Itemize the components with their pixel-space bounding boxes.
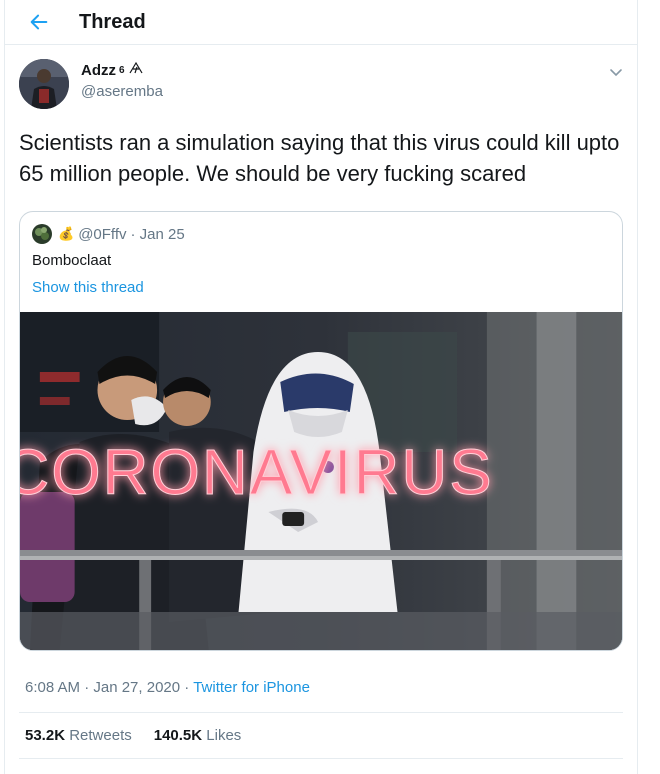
display-name[interactable]: Adzz 6: [81, 61, 163, 79]
tweet-stats: 53.2K Retweets 140.5K Likes: [25, 727, 637, 744]
likes-count: 140.5K: [153, 727, 203, 744]
tweet-meta: 6:08 AM · Jan 27, 2020 · Twitter for iPh…: [25, 679, 637, 696]
quoted-avatar: [32, 224, 52, 244]
quoted-tweet-header: 💰 @0Fffv · Jan 25: [20, 212, 622, 244]
likes-label: Likes: [206, 727, 242, 744]
bird-icon: [128, 61, 144, 79]
show-thread-link[interactable]: Show this thread: [20, 269, 622, 296]
quoted-text: Bomboclaat: [32, 252, 112, 269]
likes-stat[interactable]: 140.5K Likes: [154, 727, 242, 744]
retweets-label: Retweets: [69, 727, 132, 744]
thread-page: Thread Adzz 6 @aseremba Scientists ran a…: [4, 0, 638, 774]
divider: [19, 712, 623, 713]
tweet-text: Scientists ran a simulation saying that …: [19, 130, 620, 186]
retweets-stat[interactable]: 53.2K Retweets: [25, 727, 132, 744]
quoted-tweet[interactable]: 💰 @0Fffv · Jan 25 Bomboclaat Show this t…: [19, 211, 623, 651]
avatar[interactable]: [19, 59, 69, 109]
author-info: Adzz 6 @aseremba: [81, 61, 163, 109]
tweet-author: Adzz 6 @aseremba: [19, 59, 637, 109]
quoted-handle[interactable]: @0Fffv: [78, 226, 126, 243]
back-arrow-icon[interactable]: [25, 8, 53, 36]
thread-header: Thread: [5, 0, 637, 45]
source-app-link[interactable]: Twitter for iPhone: [193, 679, 310, 696]
display-name-text: Adzz: [81, 61, 116, 79]
quoted-date: · Jan 25: [130, 225, 185, 243]
author-handle[interactable]: @aseremba: [81, 83, 163, 100]
page-title: Thread: [79, 10, 146, 33]
retweets-count: 53.2K: [25, 727, 66, 744]
quoted-image[interactable]: CORONAVIRUS: [20, 312, 622, 650]
chevron-down-icon[interactable]: [609, 65, 623, 83]
divider: [19, 758, 623, 759]
money-bag-icon: 💰: [58, 226, 75, 241]
name-badge: 6: [119, 64, 125, 76]
coronavirus-neon-text: CORONAVIRUS: [20, 436, 494, 508]
tweet-timestamp[interactable]: 6:08 AM · Jan 27, 2020 ·: [25, 679, 189, 696]
